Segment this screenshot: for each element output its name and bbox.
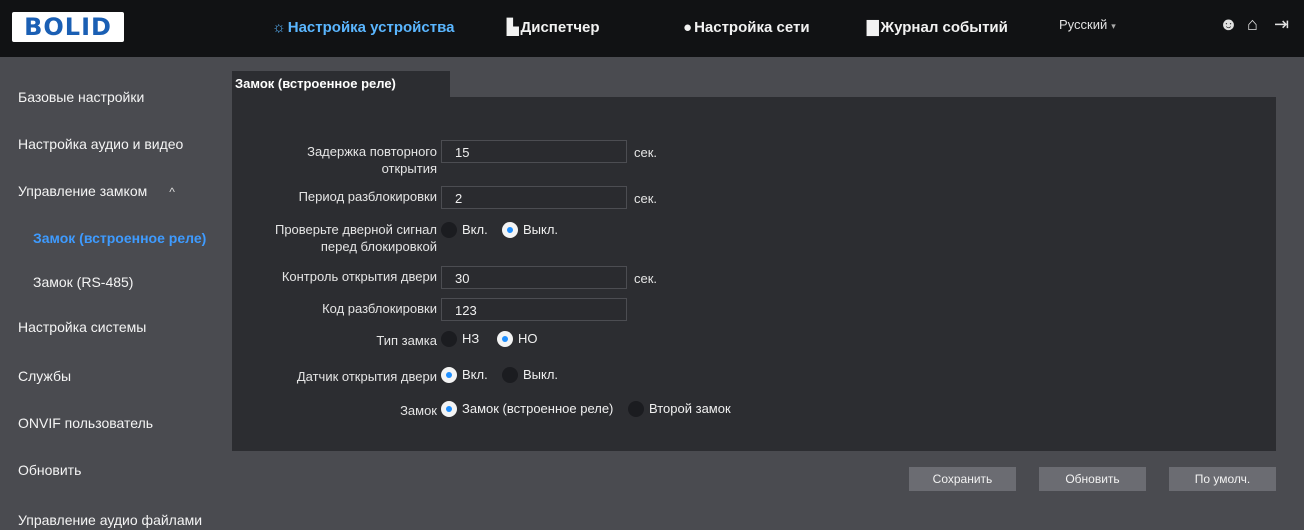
language-select[interactable]: Русский ▾	[1059, 17, 1116, 32]
relock-delay-unit: сек.	[634, 145, 658, 160]
sidebar-item-lock-builtin-relay[interactable]: Замок (встроенное реле)	[33, 230, 206, 246]
label-line: перед блокировкой	[320, 239, 437, 254]
radio-dot	[441, 330, 457, 347]
radio-label: Вкл.	[462, 222, 488, 237]
sidebar-item-update[interactable]: Обновить	[18, 462, 81, 478]
language-label: Русский	[1059, 17, 1108, 32]
radio-dot	[441, 221, 457, 238]
nav-label: Настройка устройства	[287, 19, 455, 36]
nav-dispatcher[interactable]: ▙ Диспетчер	[507, 16, 600, 40]
door-open-control-unit: сек.	[634, 271, 658, 286]
grid-icon: ▙	[507, 19, 519, 36]
sidebar-item-lock-control[interactable]: Управление замком ^	[18, 183, 175, 199]
sidebar-item-basic-settings[interactable]: Базовые настройки	[18, 89, 144, 105]
book-icon: ▇	[867, 19, 879, 36]
sidebar-item-lock-rs485[interactable]: Замок (RS-485)	[33, 274, 133, 290]
door-sensor-on-radio[interactable]: Вкл.	[441, 366, 488, 384]
sidebar-item-onvif-user[interactable]: ONVIF пользователь	[18, 415, 153, 431]
radio-dot	[502, 221, 518, 238]
label-line: Проверьте дверной сигнал	[274, 222, 437, 237]
radio-label: Замок (встроенное реле)	[462, 401, 614, 416]
nav-event-log[interactable]: ▇ Журнал событий	[867, 16, 1008, 40]
unlock-period-input[interactable]: 2	[441, 186, 627, 209]
door-sensor-label: Датчик открытия двери	[296, 369, 437, 384]
radio-label: НЗ	[462, 331, 480, 346]
sidebar-item-label: Управление замком	[18, 183, 148, 199]
door-open-control-label: Контроль открытия двери	[281, 269, 437, 284]
chevron-up-icon: ^	[169, 185, 175, 199]
radio-label: НО	[518, 331, 538, 346]
tab-label: Замок (встроенное реле)	[235, 76, 396, 91]
door-sensor-off-radio[interactable]: Выкл.	[502, 366, 559, 384]
nav-label: Журнал событий	[880, 19, 1008, 36]
check-door-signal-off-radio[interactable]: Выкл.	[502, 221, 559, 239]
home-icon[interactable]: ⌂	[1247, 14, 1258, 35]
radio-label: Вкл.	[462, 367, 488, 382]
logout-icon[interactable]: ⇥	[1274, 14, 1289, 35]
radio-label: Выкл.	[523, 367, 559, 382]
sidebar-item-audio-files[interactable]: Управление аудио файлами	[18, 512, 202, 528]
gear-icon: ☼	[272, 19, 286, 36]
radio-label: Выкл.	[523, 222, 559, 237]
nav-label: Настройка сети	[694, 19, 810, 36]
label-line: открытия	[381, 161, 437, 176]
check-door-signal-label: Проверьте дверной сигнал перед блокировк…	[250, 221, 437, 255]
unlock-code-input[interactable]: 123	[441, 298, 627, 321]
lock-second-radio[interactable]: Второй замок	[628, 400, 731, 418]
nav-label: Диспетчер	[520, 19, 600, 36]
user-icon[interactable]: ☻	[1219, 14, 1238, 35]
sidebar-item-audio-video[interactable]: Настройка аудио и видео	[18, 136, 183, 152]
radio-dot	[441, 400, 457, 417]
default-button[interactable]: По умолч.	[1169, 467, 1276, 491]
unlock-period-unit: сек.	[634, 191, 658, 206]
nav-device-settings[interactable]: ☼ Настройка устройства	[272, 16, 454, 40]
brand-logo: BOLID	[12, 12, 124, 42]
lock-type-no-radio[interactable]: НО	[497, 330, 538, 348]
sidebar-item-system-settings[interactable]: Настройка системы	[18, 319, 146, 335]
lock-type-nc-radio[interactable]: НЗ	[441, 330, 480, 348]
relock-delay-input[interactable]: 15	[441, 140, 627, 163]
save-button[interactable]: Сохранить	[909, 467, 1016, 491]
refresh-button[interactable]: Обновить	[1039, 467, 1146, 491]
relock-delay-label: Задержка повторного открытия	[250, 143, 437, 177]
lock-builtin-relay-radio[interactable]: Замок (встроенное реле)	[441, 400, 614, 418]
door-open-control-input[interactable]: 30	[441, 266, 627, 289]
top-bar: BOLID ☼ Настройка устройства ▙ Диспетчер ●…	[0, 0, 1304, 57]
radio-dot	[502, 366, 518, 383]
check-door-signal-on-radio[interactable]: Вкл.	[441, 221, 488, 239]
tab-builtin-relay[interactable]: Замок (встроенное реле)	[232, 71, 450, 97]
lock-label: Замок	[400, 403, 437, 418]
radio-dot	[628, 400, 644, 417]
unlock-period-label: Период разблокировки	[298, 189, 437, 204]
sidebar-item-services[interactable]: Службы	[18, 368, 71, 384]
chevron-down-icon: ▾	[1111, 21, 1116, 31]
globe-icon: ●	[683, 19, 693, 36]
unlock-code-label: Код разблокировки	[322, 301, 437, 316]
radio-dot	[441, 366, 457, 383]
radio-dot	[497, 330, 513, 347]
label-line: Задержка повторного	[307, 144, 437, 159]
radio-label: Второй замок	[649, 401, 731, 416]
lock-type-label: Тип замка	[376, 333, 437, 348]
nav-network-settings[interactable]: ● Настройка сети	[683, 16, 810, 40]
